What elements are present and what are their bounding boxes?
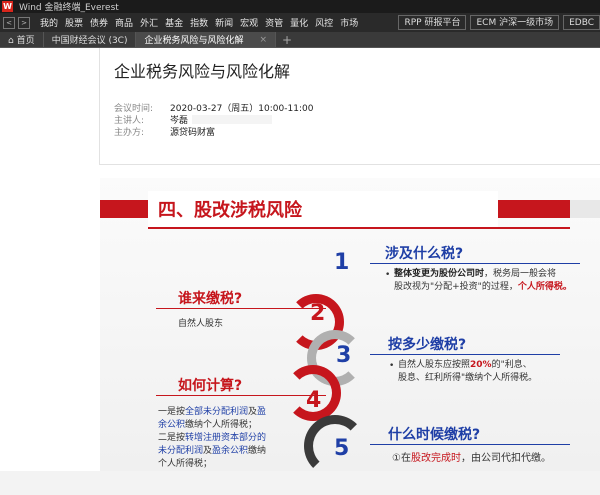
tab-3c-label: 中国财经会议 (3C) — [51, 36, 128, 46]
q1-line2-red: 个人所得税。 — [517, 282, 572, 292]
left2-l1c: 及 — [248, 407, 258, 417]
menu-item-news[interactable]: 新闻 — [215, 16, 233, 29]
wind-logo-icon: W — [2, 1, 13, 12]
footer-bar — [0, 471, 600, 495]
q3-underline — [370, 444, 570, 445]
left2-l3b: 转增注册资本部分的 — [185, 433, 267, 443]
main-content: 企业税务风险与风险化解 会议时间: 2020-03-27（周五）10:00-11… — [0, 48, 600, 471]
q2-title: 按多少缴税? — [388, 337, 467, 353]
rpp-button[interactable]: RPP 研报平台 — [398, 15, 467, 30]
slide-title: 四、股改涉税风险 — [158, 200, 302, 221]
left1-underline — [156, 308, 326, 309]
left2-title: 如何计算? — [178, 378, 243, 394]
q3-prefix: ①在 — [392, 453, 411, 464]
back-button[interactable]: < — [3, 16, 15, 29]
menu-item-index[interactable]: 指数 — [190, 16, 208, 29]
tab-3c-conference[interactable]: 中国财经会议 (3C) — [44, 32, 137, 47]
q2-text: 自然人股东应按照20%的"利息、 股息、红利所得"缴纳个人所得税。 — [398, 359, 593, 385]
q2-line1-red: 20% — [470, 360, 492, 370]
menu-item-commodities[interactable]: 商品 — [115, 16, 133, 29]
meeting-info-panel: 企业税务风险与风险化解 会议时间: 2020-03-27（周五）10:00-11… — [100, 48, 600, 165]
slide-title-box: 四、股改涉税风险 — [148, 191, 498, 227]
slide-header-bar-right — [570, 200, 600, 218]
menu-item-funds[interactable]: 基金 — [165, 16, 183, 29]
left2-l2a: 余公积 — [158, 420, 186, 430]
menu-item-stocks[interactable]: 股票 — [65, 16, 83, 29]
left2-underline — [156, 395, 326, 396]
ecm-button[interactable]: ECM 沪深一级市场 — [470, 15, 560, 30]
organizer-value: 源贷码财富 — [170, 127, 216, 138]
q3-text: ①在股改完成时，由公司代扣代缴。 — [392, 452, 597, 465]
tab-tax-risk[interactable]: 企业税务风险与风险化解 × — [136, 32, 277, 47]
tab-home[interactable]: ⌂ 首页 — [0, 32, 44, 47]
meta-row-organizer: 主办方: 源贷码财富 — [114, 125, 313, 138]
left2-l2b: 缴纳个人所得税； — [185, 420, 258, 430]
menu-item-risk[interactable]: 风控 — [315, 16, 333, 29]
organizer-label: 主办方: — [114, 127, 145, 138]
left1-title: 谁来缴税? — [178, 291, 243, 307]
q1-line1-bold: 整体变更为股份公司时 — [394, 269, 485, 279]
window-title: Wind 金融终端_Everest — [19, 3, 119, 13]
forward-button[interactable]: > — [18, 16, 30, 29]
menu-bar: < > 我的 股票 债券 商品 外汇 基金 指数 新闻 宏观 资管 量化 风控 … — [0, 13, 600, 32]
close-icon[interactable]: × — [260, 35, 268, 45]
meeting-meta: 会议时间: 2020-03-27（周五）10:00-11:00 主讲人: 岑磊 … — [114, 101, 314, 138]
menu-item-market[interactable]: 市场 — [340, 16, 358, 29]
menu-item-forex[interactable]: 外汇 — [140, 16, 158, 29]
q1-title: 涉及什么税? — [385, 246, 464, 262]
left2-l1b: 全部未分配利润 — [185, 407, 249, 417]
left1-text: 自然人股东 — [178, 319, 224, 329]
q3-red: 股改完成时 — [410, 453, 461, 464]
left2-l4d: 缴纳 — [248, 446, 267, 456]
left2-l4a: 未分配利润 — [158, 446, 204, 456]
q3-rest: ，由公司代扣代缴。 — [460, 453, 551, 464]
menu-item-mine[interactable]: 我的 — [40, 16, 58, 29]
add-tab-icon[interactable]: + — [276, 32, 298, 47]
tab-bar: ⌂ 首页 中国财经会议 (3C) 企业税务风险与风险化解 × + — [0, 32, 600, 48]
edbc-button[interactable]: EDBC — [563, 15, 600, 30]
q2-underline — [370, 354, 560, 355]
q1-line2: 股改视为"分配+投资"的过程， — [394, 282, 518, 292]
menu-item-bonds[interactable]: 债券 — [90, 16, 108, 29]
q2-line1-b: 的"利息、 — [491, 360, 532, 370]
left2-l5: 个人所得税； — [158, 459, 213, 469]
left2-l1a: 一是按 — [158, 407, 186, 417]
step-number-5: 5 — [334, 436, 350, 461]
tab-home-label: ⌂ 首页 — [8, 36, 35, 46]
time-value: 2020-03-27（周五）10:00-11:00 — [170, 103, 314, 114]
meta-row-time: 会议时间: 2020-03-27（周五）10:00-11:00 — [114, 101, 314, 114]
title-bar: W Wind 金融终端_Everest — [0, 0, 600, 13]
presentation-slide[interactable]: 四、股改涉税风险 1 2 3 4 5 涉及什么税? • 整体变更为股份公司时，税… — [100, 178, 600, 471]
redacted-block — [192, 114, 273, 124]
tab-tax-risk-label: 企业税务风险与风险化解 — [144, 36, 244, 46]
step-number-1: 1 — [334, 250, 350, 275]
step-number-4: 4 — [306, 388, 322, 413]
q1-underline — [370, 263, 580, 264]
left2-text: 一是按全部未分配利润及盈 余公积缴纳个人所得税； 二是按转增注册资本部分的 未分… — [158, 406, 293, 471]
menu-item-macro[interactable]: 宏观 — [240, 16, 258, 29]
q1-bullet: • — [385, 270, 391, 280]
left2-l3a: 二是按 — [158, 433, 186, 443]
main-menu: 我的 股票 债券 商品 外汇 基金 指数 新闻 宏观 资管 量化 风控 市场 — [40, 16, 365, 29]
q2-line2: 股息、红利所得"缴纳个人所得税。 — [398, 373, 538, 383]
page-title: 企业税务风险与风险化解 — [114, 62, 291, 81]
meta-row-host: 主讲人: 岑磊 — [114, 113, 313, 126]
q1-text: 整体变更为股份公司时，税务局一般会将 股改视为"分配+投资"的过程，个人所得税。 — [394, 268, 594, 294]
q2-line1-a: 自然人股东应按照 — [398, 360, 471, 370]
left2-l4c: 盈余公积 — [212, 446, 249, 456]
step-number-3: 3 — [336, 343, 352, 368]
left2-l1d: 盈 — [257, 407, 267, 417]
q2-bullet: • — [389, 361, 395, 371]
menu-item-quant[interactable]: 量化 — [290, 16, 308, 29]
slide-title-underline — [148, 227, 570, 229]
left2-l4b: 及 — [203, 446, 213, 456]
step-number-2: 2 — [310, 301, 326, 326]
right-toolbar: RPP 研报平台 ECM 沪深一级市场 EDBC — [394, 15, 600, 30]
q3-title: 什么时候缴税? — [388, 427, 481, 443]
menu-item-asset-mgmt[interactable]: 资管 — [265, 16, 283, 29]
q1-line1-rest: ，税务局一般会将 — [484, 269, 557, 279]
